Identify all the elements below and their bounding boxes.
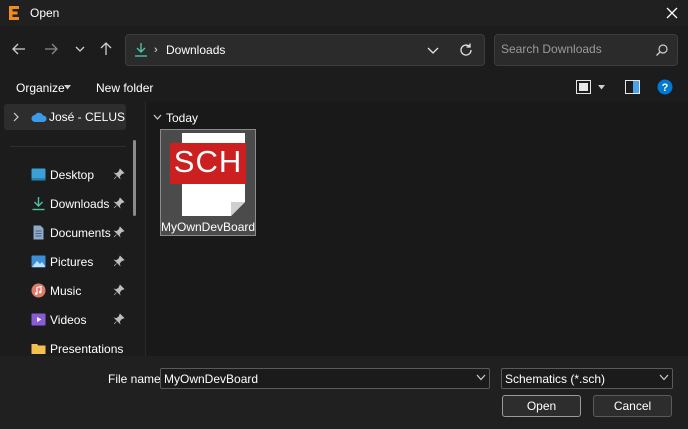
file-name-combobox[interactable] <box>160 368 490 389</box>
pin-icon[interactable] <box>113 255 125 267</box>
new-folder-button[interactable]: New folder <box>96 81 153 95</box>
view-dropdown-icon[interactable] <box>598 85 605 90</box>
file-name: MyOwnDevBoard <box>161 220 256 234</box>
pictures-icon <box>31 255 46 268</box>
back-button[interactable] <box>8 36 30 62</box>
close-icon[interactable] <box>662 3 682 23</box>
sidebar-item-label: Videos <box>50 313 87 327</box>
command-bar: Organize New folder ? <box>0 74 688 102</box>
forward-button[interactable] <box>40 36 62 62</box>
sidebar-item-label: Presentations <box>50 342 124 356</box>
arrow-right-icon <box>45 43 58 55</box>
cancel-button[interactable]: Cancel <box>593 395 672 417</box>
chevron-down-icon[interactable] <box>476 374 486 381</box>
pin-icon[interactable] <box>113 313 125 325</box>
documents-icon <box>33 225 44 240</box>
file-list[interactable]: Today SCH MyOwnDevBoard <box>145 102 688 356</box>
chevron-down-icon[interactable] <box>153 114 162 121</box>
window-title: Open <box>30 6 60 20</box>
file-item[interactable]: SCH MyOwnDevBoard <box>160 129 256 236</box>
file-name-input[interactable] <box>164 372 464 386</box>
caret-down-icon[interactable] <box>64 85 71 90</box>
sidebar-item-label: Documents <box>50 226 111 240</box>
navigation-bar: › Downloads <box>0 26 688 74</box>
cloud-icon <box>31 112 47 122</box>
organize-button[interactable]: Organize <box>16 81 65 95</box>
svg-text:?: ? <box>662 82 669 94</box>
sidebar-item-videos[interactable]: Videos <box>0 307 132 333</box>
folder-icon <box>31 344 46 354</box>
sidebar-item-label: Downloads <box>50 197 110 211</box>
pin-icon[interactable] <box>113 168 125 180</box>
pin-icon[interactable] <box>113 226 125 238</box>
breadcrumb-chevron-icon: › <box>154 44 158 56</box>
sidebar-item-label: Music <box>50 284 82 298</box>
search-input[interactable] <box>501 42 651 56</box>
sidebar-item-music[interactable]: Music <box>0 278 132 304</box>
address-bar[interactable]: › Downloads <box>125 34 485 66</box>
search-icon <box>656 44 668 56</box>
divider <box>10 146 126 147</box>
sidebar-item-onedrive[interactable]: José - CELUS GmbH <box>4 104 126 130</box>
sidebar-item-downloads[interactable]: Downloads <box>0 191 132 217</box>
recent-locations-button[interactable] <box>69 36 91 62</box>
sidebar-item-pictures[interactable]: Pictures <box>0 249 132 275</box>
chevron-down-icon[interactable] <box>659 374 669 381</box>
sidebar-item-presentations[interactable]: Presentations <box>0 336 132 356</box>
music-icon <box>31 283 46 298</box>
app-logo-icon <box>9 6 19 20</box>
view-options-icon[interactable] <box>576 80 591 94</box>
sidebar-item-label: José - CELUS GmbH <box>49 110 125 124</box>
pin-icon[interactable] <box>113 284 125 296</box>
sidebar-item-documents[interactable]: Documents <box>0 220 132 246</box>
preview-pane-icon[interactable] <box>625 80 640 94</box>
desktop-icon <box>31 168 46 181</box>
download-icon <box>135 43 147 57</box>
chevron-right-icon[interactable] <box>12 112 20 122</box>
sidebar-item-label: Pictures <box>50 255 94 269</box>
group-label: Today <box>166 111 199 125</box>
pin-icon[interactable] <box>113 197 125 209</box>
dialog-footer: File name: Schematics (*.sch) Open Cance… <box>0 356 688 429</box>
videos-icon <box>31 313 46 326</box>
breadcrumb-downloads[interactable]: Downloads <box>166 43 225 57</box>
sidebar-item-desktop[interactable]: Desktop <box>0 162 132 188</box>
search-box[interactable] <box>494 34 678 66</box>
file-type-badge: SCH <box>173 144 243 179</box>
sidebar-scrollbar[interactable] <box>133 140 136 216</box>
title-bar: Open <box>0 0 688 26</box>
download-icon <box>32 197 45 211</box>
help-icon[interactable]: ? <box>657 79 673 95</box>
up-button[interactable] <box>95 36 117 62</box>
arrow-left-icon <box>12 43 25 55</box>
chevron-down-icon <box>75 46 85 52</box>
navigation-pane: José - CELUS GmbH Desktop Downloads Docu… <box>0 102 144 356</box>
open-button[interactable]: Open <box>502 395 581 417</box>
file-name-label: File name: <box>108 372 165 386</box>
address-dropdown-icon[interactable] <box>426 43 440 57</box>
file-type-value: Schematics (*.sch) <box>505 372 606 386</box>
refresh-icon[interactable] <box>458 42 474 58</box>
sidebar-item-label: Desktop <box>50 168 95 182</box>
file-type-select[interactable]: Schematics (*.sch) <box>501 368 673 389</box>
arrow-up-icon <box>100 42 112 55</box>
